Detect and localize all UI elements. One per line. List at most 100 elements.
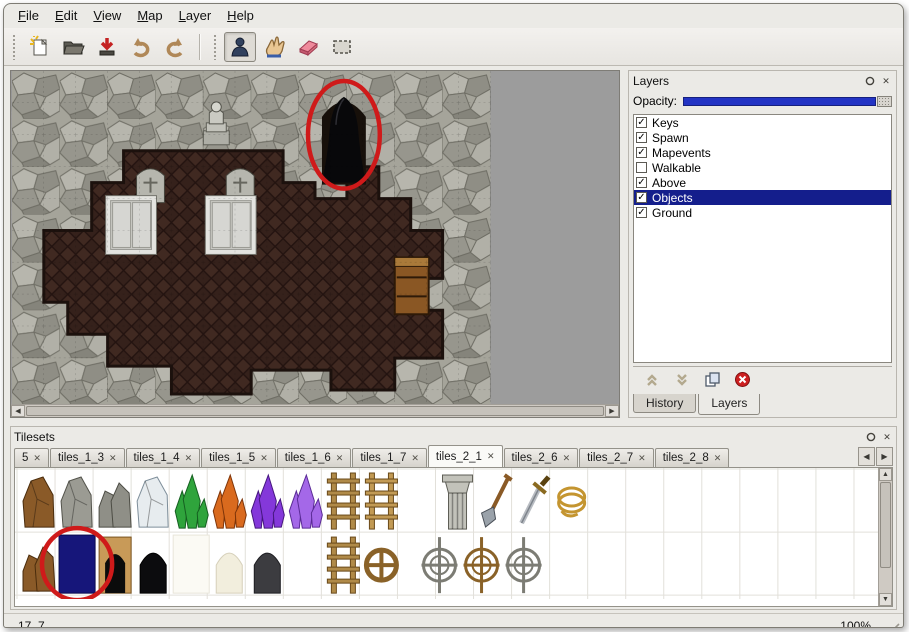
tileset-tab[interactable]: tiles_2_7✕ [579, 448, 654, 467]
new-map-button[interactable] [23, 32, 55, 62]
tileset-tab[interactable]: tiles_1_4✕ [126, 448, 201, 467]
tabs-scroll-right-icon[interactable]: ▶ [876, 447, 893, 466]
close-tab-icon[interactable]: ✕ [260, 454, 268, 463]
layer-row-mapevents[interactable]: ✓ Mapevents [634, 145, 891, 160]
tile-rail-3[interactable] [327, 537, 359, 593]
raise-layer-button[interactable] [643, 371, 661, 389]
layer-visibility-checkbox[interactable]: ✓ [636, 132, 647, 143]
save-map-button[interactable] [91, 32, 123, 62]
open-map-button[interactable] [57, 32, 89, 62]
tile-sword[interactable] [522, 477, 549, 523]
scroll-left-icon[interactable]: ◀ [11, 405, 25, 417]
tileset-tab-active[interactable]: tiles_2_1✕ [428, 445, 503, 467]
tile-crystal-orange[interactable] [213, 475, 246, 528]
close-tab-icon[interactable]: ✕ [638, 454, 646, 463]
duplicate-layer-button[interactable] [703, 371, 721, 389]
close-tab-icon[interactable]: ✕ [714, 454, 722, 463]
toolbar-drag-handle-2[interactable] [213, 34, 218, 60]
hscroll-thumb[interactable] [26, 406, 604, 416]
delete-layer-button[interactable] [733, 371, 751, 389]
tileset-tab[interactable]: tiles_1_3✕ [50, 448, 125, 467]
stamp-tool-button[interactable] [224, 32, 256, 62]
menu-edit[interactable]: Edit [47, 6, 85, 26]
tile-arch-dark[interactable] [254, 553, 280, 593]
tab-history[interactable]: History [633, 394, 696, 413]
menu-view[interactable]: View [85, 6, 129, 26]
layer-visibility-checkbox[interactable]: ✓ [636, 147, 647, 158]
scroll-down-icon[interactable]: ▼ [879, 593, 892, 606]
tile-crystal-green[interactable] [175, 475, 208, 528]
menu-file[interactable]: File [10, 6, 47, 26]
close-tab-icon[interactable]: ✕ [563, 454, 571, 463]
tileset-tab[interactable]: tiles_1_6✕ [277, 448, 352, 467]
close-tab-icon[interactable]: ✕ [109, 454, 117, 463]
undo-button[interactable] [125, 32, 157, 62]
tileset-vertical-scrollbar[interactable]: ▲ ▼ [878, 468, 892, 606]
layer-row-objects[interactable]: ✓ Objects [634, 190, 891, 205]
layer-row-spawn[interactable]: ✓ Spawn [634, 130, 891, 145]
close-tab-icon[interactable]: ✕ [33, 454, 41, 463]
close-tab-icon[interactable]: ✕ [336, 454, 344, 463]
close-tab-icon[interactable]: ✕ [487, 452, 495, 461]
resize-grip[interactable] [887, 622, 901, 629]
layer-visibility-checkbox[interactable]: ✓ [636, 177, 647, 188]
tile-crystal-purple[interactable] [251, 475, 284, 528]
layer-visibility-checkbox[interactable]: ✓ [636, 192, 647, 203]
float-panel-icon[interactable] [865, 431, 877, 443]
opacity-slider-handle[interactable] [877, 96, 892, 107]
lower-layer-button[interactable] [673, 371, 691, 389]
tileset-tab[interactable]: tiles_1_7✕ [352, 448, 427, 467]
tileset-tab[interactable]: 5✕ [14, 448, 49, 467]
tileset-canvas[interactable] [15, 468, 878, 599]
eraser-tool-button[interactable] [292, 32, 324, 62]
tile-selected-blue[interactable] [59, 535, 95, 593]
tile-arch-pale[interactable] [216, 553, 242, 593]
tabs-scroll-left-icon[interactable]: ◀ [858, 447, 875, 466]
close-panel-icon[interactable]: ✕ [881, 431, 893, 443]
menu-map[interactable]: Map [129, 6, 170, 26]
layer-visibility-checkbox[interactable]: ✓ [636, 117, 647, 128]
layer-visibility-checkbox[interactable]: ✓ [636, 207, 647, 218]
select-tool-button[interactable] [326, 32, 358, 62]
tile-rail[interactable] [327, 473, 359, 529]
redo-button[interactable] [159, 32, 191, 62]
layer-row-walkable[interactable]: Walkable [634, 160, 891, 175]
scroll-right-icon[interactable]: ▶ [605, 405, 619, 417]
tile-rock-gray-pair[interactable] [99, 483, 131, 527]
scroll-up-icon[interactable]: ▲ [879, 468, 892, 481]
tile-arch-black[interactable] [140, 553, 166, 593]
toolbar-drag-handle[interactable] [12, 34, 17, 60]
tile-wheel[interactable] [366, 550, 396, 580]
fill-tool-button[interactable] [258, 32, 290, 62]
layer-row-above[interactable]: ✓ Above [634, 175, 891, 190]
float-panel-icon[interactable] [864, 75, 876, 87]
tab-layers[interactable]: Layers [698, 394, 760, 415]
tile-crystal-purple-light[interactable] [289, 475, 322, 528]
menu-help[interactable]: Help [219, 6, 262, 26]
tile-column[interactable] [442, 475, 472, 529]
tile-blank-white[interactable] [173, 535, 209, 593]
tile-ring-3[interactable] [506, 537, 542, 593]
menu-layer[interactable]: Layer [171, 6, 220, 26]
close-panel-icon[interactable]: ✕ [880, 75, 892, 87]
tileset-tab[interactable]: tiles_2_8✕ [655, 448, 730, 467]
vscroll-thumb[interactable] [880, 482, 891, 568]
tile-rock-ice[interactable] [137, 477, 168, 527]
layer-row-keys[interactable]: ✓ Keys [634, 115, 891, 130]
close-tab-icon[interactable]: ✕ [411, 454, 419, 463]
layer-row-ground[interactable]: ✓ Ground [634, 205, 891, 220]
tile-rope[interactable] [559, 488, 585, 516]
map-horizontal-scrollbar[interactable]: ◀ ▶ [11, 404, 619, 417]
tile-ring-2[interactable] [464, 537, 500, 593]
tile-rock-gray[interactable] [61, 477, 92, 527]
layer-visibility-checkbox[interactable] [636, 162, 647, 173]
tileset-tab[interactable]: tiles_2_6✕ [504, 448, 579, 467]
map-canvas[interactable] [11, 71, 619, 404]
close-tab-icon[interactable]: ✕ [185, 454, 193, 463]
tile-ring-1[interactable] [421, 537, 457, 593]
tileset-tab[interactable]: tiles_1_5✕ [201, 448, 276, 467]
tile-rock-brown[interactable] [23, 477, 54, 527]
opacity-slider[interactable] [683, 96, 892, 107]
tile-rail-2[interactable] [365, 473, 397, 529]
tile-shovel[interactable] [482, 475, 512, 527]
